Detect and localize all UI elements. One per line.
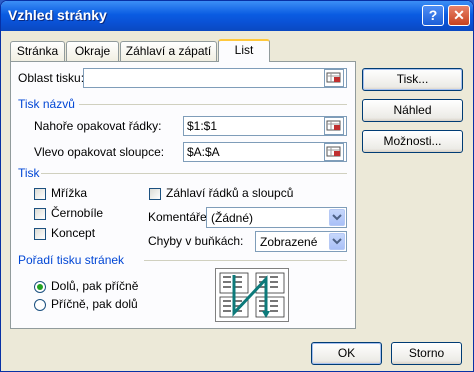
close-button[interactable]: ✕: [448, 5, 470, 26]
cell-errors-value: Zobrazené: [260, 235, 318, 249]
comments-select[interactable]: (Žádné): [206, 207, 347, 228]
row-col-headings-label: Záhlaví řádků a sloupců: [166, 186, 294, 200]
tab-header-footer[interactable]: Záhlaví a zápatí: [120, 41, 217, 61]
cell-errors-select[interactable]: Zobrazené: [255, 231, 347, 252]
comments-label: Komentáře:: [148, 210, 211, 224]
section-divider: [41, 173, 347, 174]
range-picker-icon[interactable]: [324, 69, 344, 87]
over-then-down-radio[interactable]: [34, 299, 46, 311]
print-titles-heading: Tisk názvů: [18, 97, 75, 111]
print-area-label: Oblast tisku:: [18, 71, 85, 85]
cols-repeat-input[interactable]: $A:$A: [183, 142, 347, 162]
cell-errors-label: Chyby v buňkách:: [148, 234, 244, 248]
section-divider: [144, 260, 347, 261]
cols-repeat-label: Vlevo opakovat sloupce:: [34, 145, 165, 159]
help-button[interactable]: ?: [422, 5, 444, 26]
print-button[interactable]: Tisk...: [362, 68, 463, 91]
draft-checkbox[interactable]: [34, 228, 46, 240]
range-picker-icon[interactable]: [324, 117, 344, 135]
tab-page[interactable]: Stránka: [10, 41, 65, 61]
page-order-preview-icon: [215, 268, 289, 322]
page-setup-dialog: Vzhled stránky ? ✕ Stránka Okraje Záhlav…: [0, 0, 474, 372]
rows-repeat-input[interactable]: $1:$1: [183, 116, 347, 136]
rows-repeat-label: Nahoře opakovat řádky:: [34, 119, 162, 133]
print-preview-button[interactable]: Náhled: [362, 99, 463, 122]
title-bar[interactable]: Vzhled stránky ? ✕: [1, 1, 473, 31]
chevron-down-icon[interactable]: [329, 209, 345, 226]
black-white-label: Černobíle: [51, 206, 104, 220]
row-col-headings-checkbox[interactable]: [149, 188, 161, 200]
down-then-over-label: Dolů, pak příčně: [51, 279, 139, 293]
black-white-checkbox[interactable]: [34, 208, 46, 220]
down-then-over-radio[interactable]: [34, 281, 46, 293]
over-then-down-label: Příčně, pak dolů: [51, 297, 138, 311]
gridlines-label: Mřížka: [51, 186, 87, 200]
tab-sheet[interactable]: List: [218, 39, 270, 62]
print-area-input[interactable]: [83, 68, 347, 88]
chevron-down-icon[interactable]: [329, 233, 345, 250]
range-picker-icon[interactable]: [324, 143, 344, 161]
cancel-button[interactable]: Storno: [391, 342, 462, 365]
page-order-heading: Pořadí tisku stránek: [18, 253, 125, 267]
dialog-title: Vzhled stránky: [8, 7, 107, 23]
comments-value: (Žádné): [211, 211, 254, 225]
print-heading: Tisk: [18, 166, 40, 180]
tab-margins[interactable]: Okraje: [66, 41, 119, 61]
draft-label: Koncept: [51, 226, 96, 240]
gridlines-checkbox[interactable]: [34, 188, 46, 200]
section-divider: [79, 104, 347, 105]
options-button[interactable]: Možnosti...: [362, 130, 463, 153]
ok-button[interactable]: OK: [311, 342, 382, 365]
